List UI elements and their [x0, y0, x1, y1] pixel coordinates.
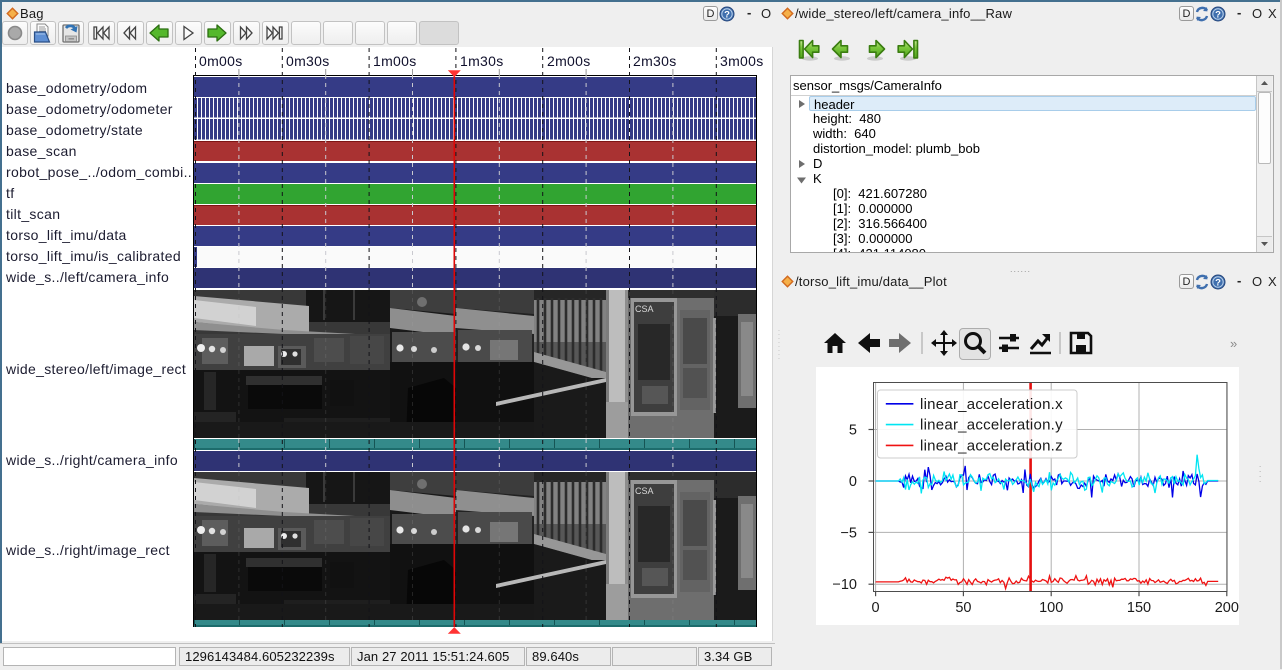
svg-text:0: 0 — [872, 600, 880, 616]
svg-text:5: 5 — [849, 423, 857, 439]
svg-text:?: ? — [1215, 278, 1221, 289]
svg-text:150: 150 — [1127, 600, 1151, 616]
svg-text:linear_acceleration.x: linear_acceleration.x — [920, 396, 1063, 413]
svg-text:200: 200 — [1215, 600, 1239, 616]
svg-text:−5: −5 — [840, 525, 857, 541]
svg-text:linear_acceleration.y: linear_acceleration.y — [920, 417, 1063, 434]
svg-text:»: » — [1230, 336, 1237, 351]
svg-text:100: 100 — [1039, 600, 1063, 616]
svg-text:linear_acceleration.z: linear_acceleration.z — [920, 437, 1063, 454]
svg-text:−10: −10 — [832, 577, 857, 593]
svg-text:50: 50 — [955, 600, 971, 616]
svg-text:0: 0 — [849, 474, 857, 490]
svg-text:?: ? — [1215, 10, 1221, 21]
svg-text:?: ? — [724, 10, 730, 21]
